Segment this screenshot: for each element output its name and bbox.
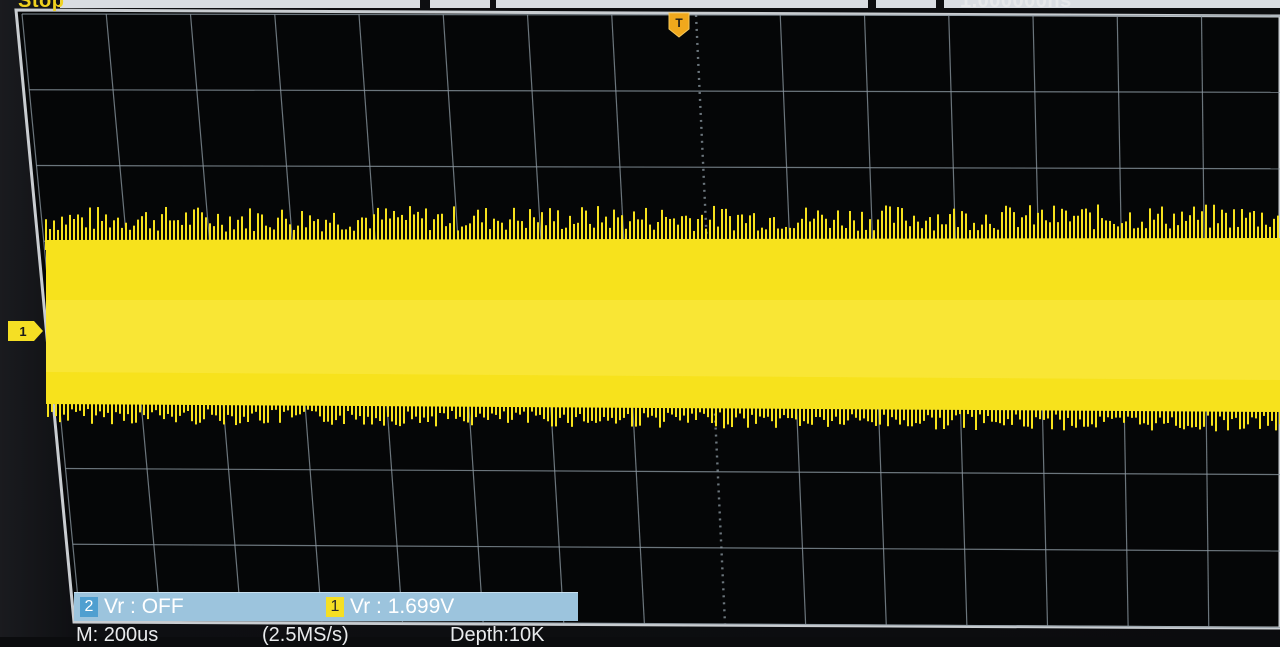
- ch1-marker-label: 1: [19, 324, 26, 339]
- trigger-position-marker[interactable]: T: [668, 12, 690, 38]
- ch2-status[interactable]: 2 Vr : OFF: [80, 593, 184, 621]
- top-status-bar-mid: [430, 0, 490, 8]
- top-status-bar-trigger: [876, 0, 936, 8]
- top-status-bar-memory: [496, 0, 868, 8]
- channel-status-strip: 2 Vr : OFF 1 Vr : 1.699V: [74, 592, 578, 621]
- timebase-label: M: 200us: [76, 624, 158, 647]
- sample-rate-label: (2.5MS/s): [262, 624, 349, 647]
- timebase-offset-label: 1.000000ns: [960, 0, 1072, 13]
- oscilloscope-screen: [0, 0, 1280, 637]
- run-state-label: Stop: [18, 0, 64, 13]
- trigger-marker-label: T: [675, 16, 683, 30]
- waveform-core: [46, 300, 1280, 380]
- memory-depth-label: Depth:10K: [450, 624, 545, 647]
- ch2-badge: 2: [80, 597, 98, 617]
- top-status-bar-left: [60, 0, 420, 8]
- ch1-status[interactable]: 1 Vr : 1.699V: [326, 593, 454, 621]
- ch1-status-text: Vr : 1.699V: [350, 595, 454, 619]
- ch2-status-text: Vr : OFF: [104, 595, 184, 619]
- ch1-level-marker[interactable]: 1: [8, 320, 44, 342]
- ch1-badge: 1: [326, 597, 344, 617]
